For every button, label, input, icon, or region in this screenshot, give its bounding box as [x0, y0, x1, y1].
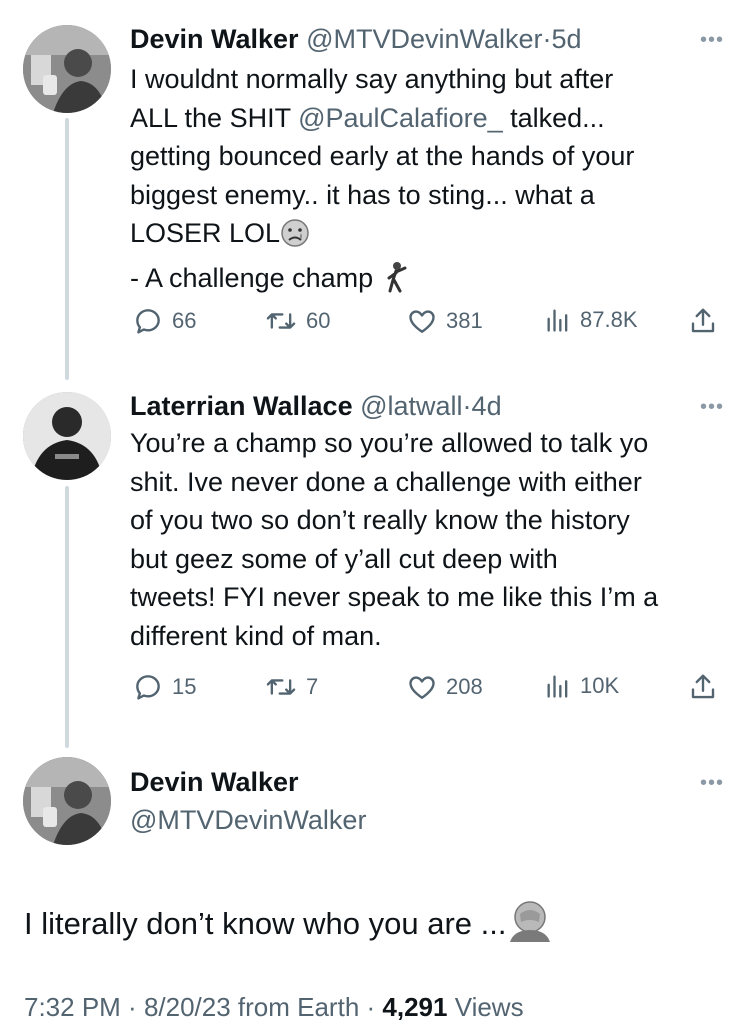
tweet-line: - A challenge champ [130, 259, 720, 304]
retweet-icon [266, 679, 296, 695]
views-count: 87.8K [580, 307, 638, 332]
views-button[interactable]: 87.8K [544, 305, 638, 335]
heart-icon [409, 310, 435, 333]
tweet-time[interactable]: 4d [472, 391, 502, 421]
author-name[interactable]: Devin Walker [130, 24, 299, 54]
tweet-line: tweets! FYI never speak to me like this … [130, 582, 659, 612]
mention-link[interactable]: @PaulCalafiore_ [298, 103, 503, 133]
tweet-time[interactable]: 5d [552, 24, 582, 54]
retweet-button[interactable]: 7 [264, 671, 318, 703]
like-button[interactable]: 208 [406, 671, 483, 703]
reply-count: 15 [172, 674, 197, 699]
avatar[interactable] [23, 25, 111, 113]
tweet-actions: 15 7 208 10K [130, 671, 730, 705]
share-icon [691, 674, 715, 699]
share-button[interactable] [688, 671, 718, 703]
tweet-line: You’re a champ so you’re allowed to talk… [130, 428, 649, 458]
like-count: 208 [446, 674, 483, 699]
crying-face-emoji-icon [280, 218, 310, 259]
views-chart-icon [547, 309, 568, 332]
avatar[interactable] [23, 757, 111, 845]
tweet-line-part: LOSER LOL [130, 218, 281, 248]
separator-dot: · [462, 391, 472, 421]
tweet-text: You’re a champ so you’re allowed to talk… [130, 424, 720, 655]
reply-count: 66 [172, 308, 197, 333]
tweet-line: but geez some of y’all cut deep with [130, 543, 558, 574]
separator-dot: · [542, 24, 552, 54]
share-icon [691, 308, 715, 333]
tweet-line: biggest enemy.. it has to sting... what … [130, 179, 595, 210]
heart-icon [409, 676, 435, 699]
author-handle[interactable]: @latwall [360, 391, 462, 421]
author-handle[interactable]: @MTVDevinWalker [130, 803, 366, 837]
tweet-line: I wouldnt normally say anything but afte… [130, 64, 614, 94]
thread-line-2 [65, 486, 69, 748]
main-tweet-text-content: I literally don’t know who you are ... [24, 906, 507, 941]
tweet-meta: 7:32 PM · 8/20/23 from Earth · 4,291 Vie… [24, 990, 524, 1024]
views-button[interactable]: 10K [544, 671, 619, 701]
like-button[interactable]: 381 [406, 305, 483, 337]
tweet-header: Laterrian Wallace @latwall·4d [130, 389, 502, 423]
retweet-count: 60 [306, 308, 331, 333]
tweet-timestamp[interactable]: 7:32 PM [24, 992, 121, 1022]
reply-button[interactable]: 15 [132, 671, 196, 703]
separator-dot: · [359, 992, 383, 1022]
retweet-button[interactable]: 60 [264, 305, 330, 337]
dancing-man-emoji-icon [381, 261, 411, 304]
tweet-header: Devin Walker @MTVDevinWalker·5d [130, 22, 582, 56]
separator-dot: · [120, 992, 144, 1022]
tweet-actions: 66 60 381 87.8K [130, 305, 730, 339]
more-options-icon[interactable]: ••• [700, 30, 724, 50]
like-count: 381 [446, 308, 483, 333]
views-count: 10K [580, 673, 620, 698]
author-name[interactable]: Devin Walker [130, 765, 299, 799]
tweet-line: of you two so don’t really know the hist… [130, 505, 630, 535]
tweet-line: ALL the SHIT @PaulCalafiore_ talked... [130, 99, 720, 138]
main-tweet-text: I literally don’t know who you are ... [24, 898, 552, 952]
reply-icon [136, 675, 160, 700]
thread-line-1 [65, 118, 69, 380]
views-chart-icon [547, 675, 568, 698]
tweet-text: I wouldnt normally say anything but afte… [130, 60, 720, 303]
tweet-line-part: talked... [502, 102, 605, 133]
reply-icon [136, 309, 160, 334]
face-with-hand-over-eyes-emoji-icon [506, 898, 552, 952]
more-options-icon[interactable]: ••• [700, 397, 724, 417]
tweet-line-part: - A challenge champ [130, 262, 374, 293]
reply-button[interactable]: 66 [132, 305, 196, 337]
tweet-line: different kind of man. [130, 620, 382, 651]
tweet-line: getting bounced early at the hands of yo… [130, 141, 635, 171]
tweet-source: from Earth [230, 992, 360, 1022]
more-options-icon[interactable]: ••• [700, 773, 724, 793]
tweet-line: LOSER LOL [130, 214, 720, 259]
retweet-count: 7 [306, 674, 319, 699]
tweet-date[interactable]: 8/20/23 [144, 992, 231, 1022]
retweet-icon [266, 313, 296, 329]
author-name[interactable]: Laterrian Wallace [130, 391, 353, 421]
tweet-line-part: ALL the SHIT [130, 102, 299, 133]
views-label: Views [447, 992, 524, 1022]
share-button[interactable] [688, 305, 718, 337]
avatar[interactable] [23, 392, 111, 480]
tweet-line: shit. Ive never done a challenge with ei… [130, 466, 642, 497]
author-handle[interactable]: @MTVDevinWalker [306, 24, 542, 54]
views-count[interactable]: 4,291 [382, 992, 447, 1022]
